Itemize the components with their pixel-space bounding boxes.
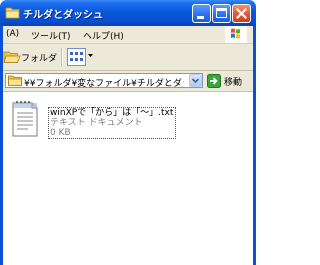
views-icon [67,48,86,66]
text-document-icon [12,101,38,137]
file-type: テキスト ドキュメント [50,118,143,128]
title-bar[interactable]: チルダとダッシュ [0,0,256,26]
windows-logo [225,26,247,43]
menu-bar: (A) ツール(T) ヘルプ(H) [3,26,253,44]
file-size: 0 KB [50,128,71,138]
menu-item-a[interactable]: (A) [6,29,19,39]
minimize-button[interactable] [192,4,211,23]
address-field[interactable]: ¥¥フォルダ¥変なファイル¥チルダとダッシュ [5,73,203,89]
toolbar: フォルダ [3,44,253,71]
file-name: winXPで「から」は「〜」.txt [50,108,174,118]
menu-item-help[interactable]: ヘルプ(H) [83,29,124,42]
folders-button[interactable]: フォルダ [3,47,58,67]
folder-open-icon [3,51,21,63]
chevron-down-icon [191,78,200,84]
views-button[interactable] [67,47,95,67]
maximize-button[interactable] [212,4,231,23]
window-title: チルダとダッシュ [23,10,103,21]
views-dropdown-icon [88,54,93,57]
file-item[interactable]: winXPで「から」は「〜」.txt テキスト ドキュメント 0 KB [8,100,188,140]
file-list[interactable]: winXPで「から」は「〜」.txt テキスト ドキュメント 0 KB [3,92,253,265]
close-icon [235,7,248,20]
address-bar: ¥¥フォルダ¥変なファイル¥チルダとダッシュ 移動 [3,71,253,92]
maximize-icon [216,8,227,18]
windows-flag-icon [231,28,240,39]
explorer-window: チルダとダッシュ (A) ツール(T) ヘルプ(H) フォルダ ¥¥フォルダ¥変… [0,0,256,265]
file-label: winXPで「から」は「〜」.txt テキスト ドキュメント 0 KB [48,107,177,139]
minimize-icon [197,16,204,19]
go-button-label: 移動 [224,78,243,88]
address-path: ¥¥フォルダ¥変なファイル¥チルダとダッシュ [24,79,184,89]
address-dropdown-button[interactable] [189,74,202,87]
go-arrow-icon [207,74,221,88]
toolbar-separator [61,48,63,66]
close-button[interactable] [232,4,251,23]
folders-button-label: フォルダ [21,54,58,64]
address-folder-icon [8,75,22,86]
menu-item-tools[interactable]: ツール(T) [31,29,71,42]
window-client-area: (A) ツール(T) ヘルプ(H) フォルダ ¥¥フォルダ¥変なファイル¥チルダ… [3,26,253,265]
folder-icon [5,7,20,19]
